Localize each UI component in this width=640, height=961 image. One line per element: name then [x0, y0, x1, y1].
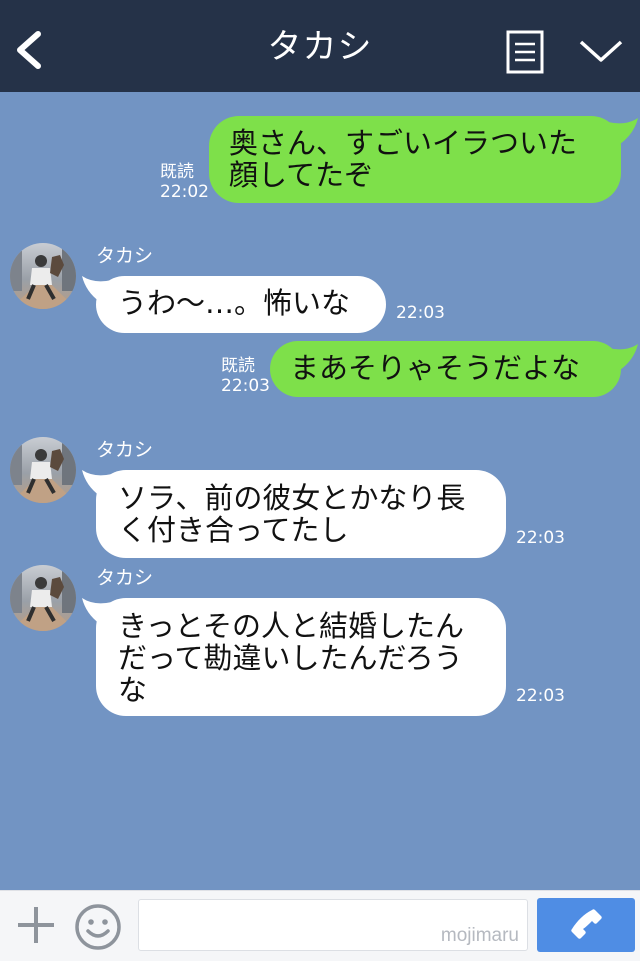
message-line: うわ〜…。怖いな [118, 286, 351, 320]
phone-icon [571, 909, 602, 939]
back-arrow-icon[interactable] [12, 28, 48, 72]
input-bar: mojimaru [0, 890, 640, 961]
avatar[interactable] [10, 243, 76, 309]
message-line: な [118, 673, 148, 707]
avatar[interactable] [10, 437, 76, 503]
message-line: 奥さん、すごいイラついた [229, 126, 578, 160]
message-input[interactable]: mojimaru [138, 899, 528, 951]
chevron-down-icon[interactable] [578, 36, 624, 66]
sender-name: タカシ [96, 245, 154, 267]
read-status: 既読 [160, 162, 194, 182]
message-line: だって勘違いしたんだろう [118, 641, 463, 675]
message-line: 顔してたぞ [229, 158, 374, 192]
message-bubble[interactable]: ソラ、前の彼女とかなり長 く付き合ってたし [96, 470, 506, 558]
sender-name: タカシ [96, 567, 154, 589]
message-time: 22:02 [160, 182, 209, 202]
message-bubble[interactable]: うわ〜…。怖いな [96, 276, 386, 333]
smile-icon[interactable] [74, 903, 122, 951]
message-time: 22:03 [516, 528, 565, 548]
sender-name: タカシ [96, 439, 154, 461]
read-status: 既読 [221, 356, 255, 376]
message-bubble[interactable]: 奥さん、すごいイラついた 顔してたぞ [209, 116, 621, 203]
avatar[interactable] [10, 565, 76, 631]
message-line: まあそりゃそうだよな [290, 351, 581, 385]
header-bar: タカシ [0, 0, 640, 92]
message-line: ソラ、前の彼女とかなり長 [118, 481, 466, 515]
message-line: く付き合ってたし [118, 513, 349, 547]
message-line: きっとその人と結婚したん [118, 609, 464, 643]
menu-icon[interactable] [506, 30, 544, 74]
chat-title: タカシ [267, 27, 373, 67]
message-bubble[interactable]: まあそりゃそうだよな [270, 341, 621, 397]
message-bubble[interactable]: きっとその人と結婚したん だって勘違いしたんだろう な [96, 598, 506, 716]
call-button[interactable] [537, 898, 635, 952]
message-time: 22:03 [221, 376, 270, 396]
plus-icon[interactable] [14, 903, 58, 947]
message-time: 22:03 [396, 303, 445, 323]
watermark: mojimaru [440, 925, 519, 946]
message-time: 22:03 [516, 686, 565, 706]
